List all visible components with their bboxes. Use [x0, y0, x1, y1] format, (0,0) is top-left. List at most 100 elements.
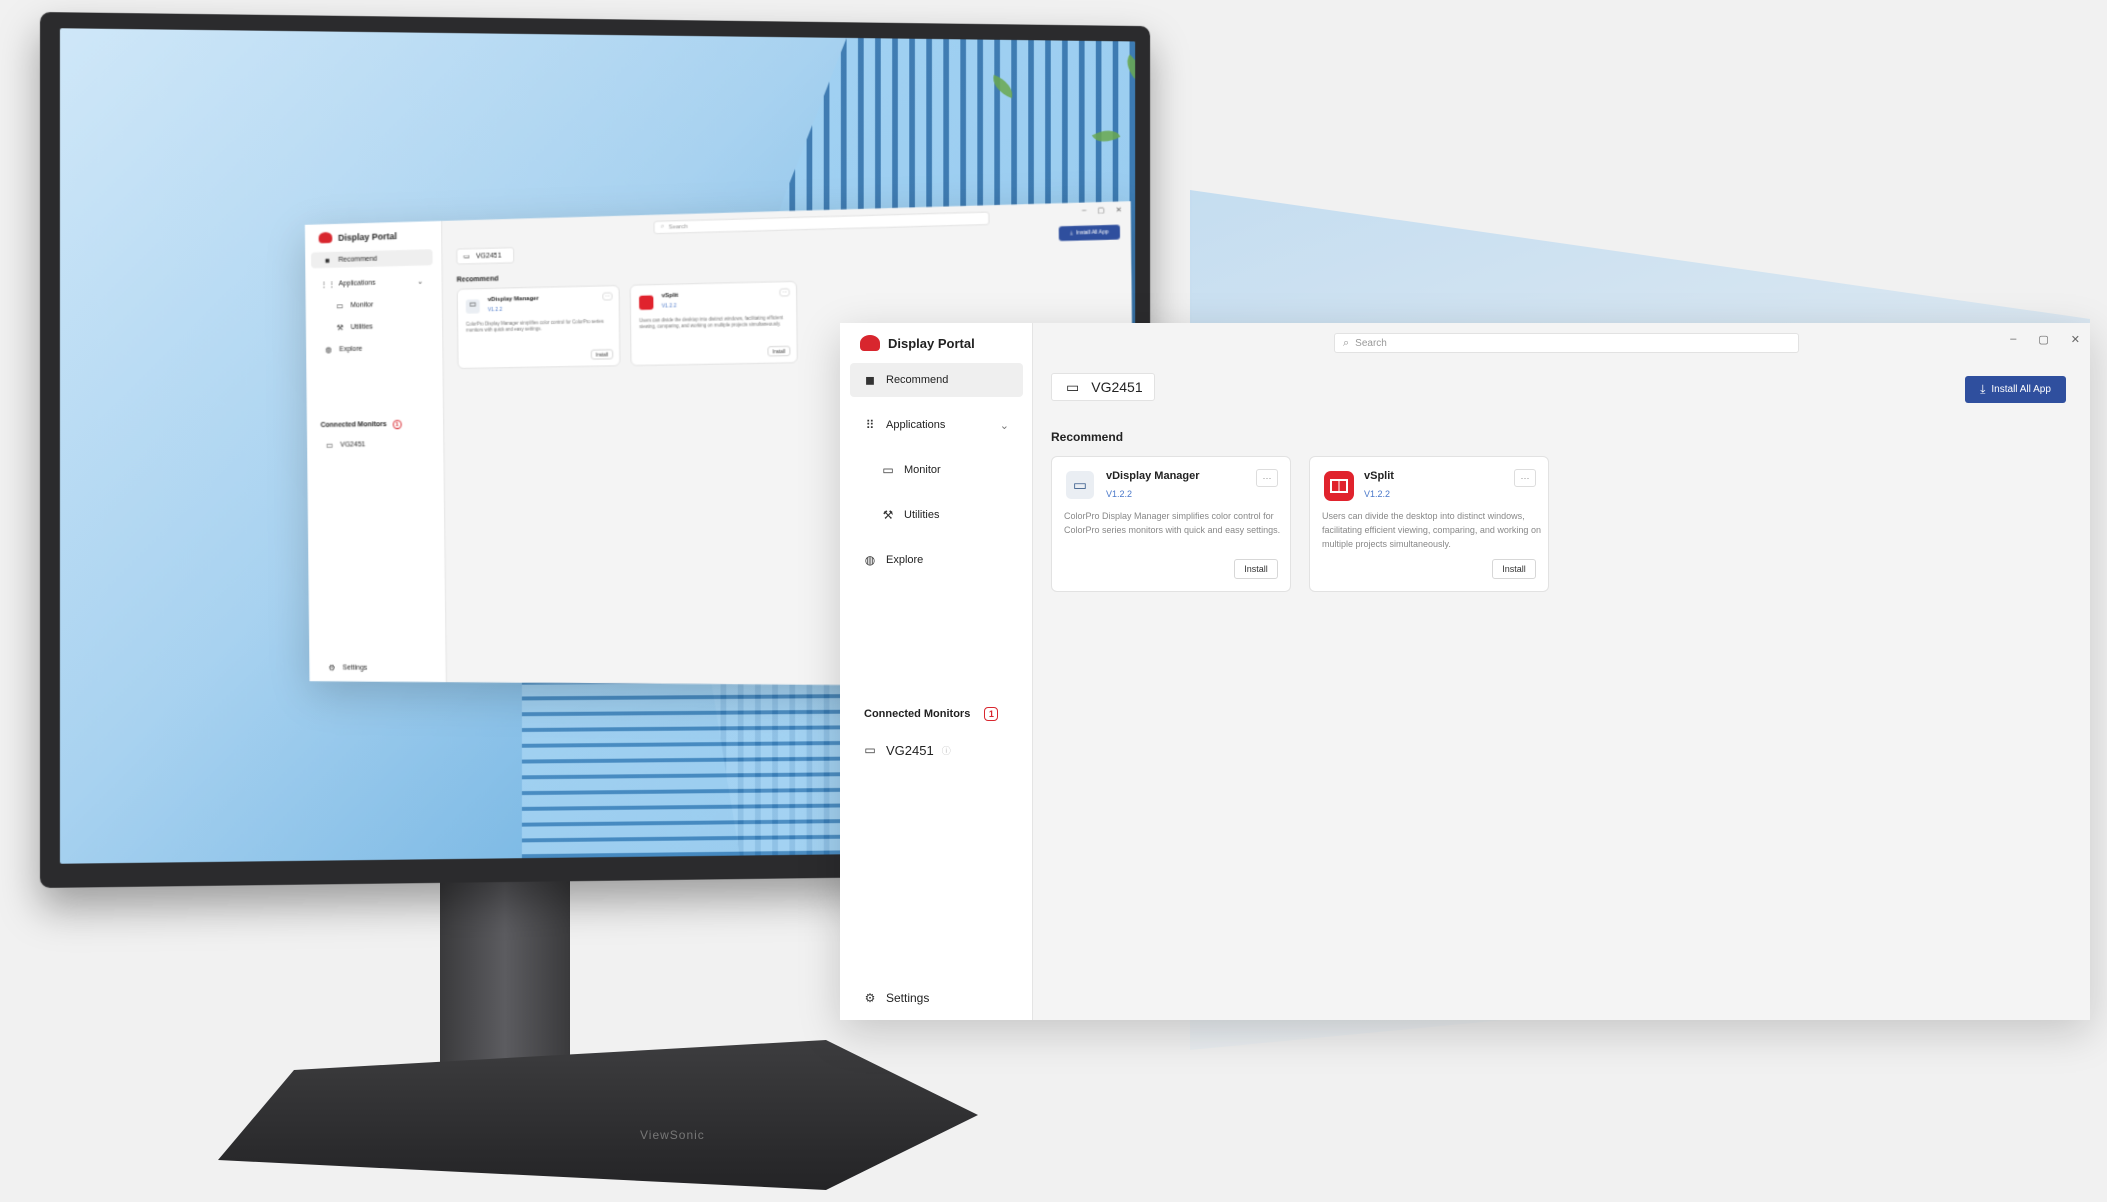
- card-title: vSplit: [661, 292, 679, 300]
- display-portal-window: Display Portal ◼ Recommend ⠿ Application…: [840, 323, 2090, 1020]
- install-button[interactable]: Install: [767, 345, 791, 357]
- app-title: Display Portal: [888, 335, 975, 351]
- nav-settings[interactable]: ⚙ Settings: [315, 659, 437, 676]
- nav-explore[interactable]: ◍ Explore: [850, 543, 1023, 577]
- nav-label: Utilities: [904, 509, 940, 521]
- card-version: V1.2.2: [487, 306, 503, 314]
- globe-icon: ◍: [325, 344, 332, 354]
- download-icon: ⤓: [1980, 382, 1986, 396]
- install-all-label: Install All App: [1075, 229, 1109, 237]
- card-title: vDisplay Manager: [487, 295, 539, 304]
- install-button[interactable]: Install: [1234, 559, 1278, 579]
- app-card[interactable]: ▭ vDisplay Manager V1.2.2 ColorPro Displ…: [456, 284, 621, 370]
- monitor-stand-base: [218, 1040, 978, 1190]
- monitor-icon: ▭: [465, 299, 480, 314]
- monitor-icon: ▭: [463, 253, 470, 261]
- monitor-icon: ▭: [882, 463, 894, 477]
- connected-monitors-count: 1: [984, 707, 999, 721]
- maximize-button[interactable]: ▢: [2038, 333, 2048, 346]
- close-button[interactable]: ✕: [1115, 206, 1122, 215]
- nav-monitor[interactable]: ▭ Monitor: [311, 295, 433, 314]
- nav-recommend[interactable]: ◼ Recommend: [850, 363, 1023, 397]
- nav-settings[interactable]: ⚙ Settings: [850, 981, 1023, 1015]
- card-title: vSplit: [1364, 470, 1394, 482]
- search-input[interactable]: ⌕ Search: [1334, 333, 1799, 353]
- install-button[interactable]: Install: [1492, 559, 1536, 579]
- connected-monitors-label: Connected Monitors 1: [864, 707, 999, 721]
- card-description: ColorPro Display Manager simplifies colo…: [465, 318, 604, 333]
- connected-monitors-label: Connected Monitors 1: [320, 419, 402, 430]
- minimize-button[interactable]: –: [1082, 207, 1086, 216]
- nav-label: Applications: [338, 279, 376, 288]
- search-icon: ⌕: [1343, 336, 1350, 349]
- install-all-button[interactable]: ⤓ Install All App: [1965, 376, 2066, 403]
- monitor-icon: ▭: [336, 300, 344, 310]
- nav-utilities[interactable]: ⚒ Utilities: [850, 498, 1023, 532]
- grid-icon: ⋮⋮: [320, 279, 336, 289]
- card-version: V1.2.2: [661, 303, 677, 310]
- search-input[interactable]: ⌕ Search: [653, 211, 990, 235]
- nav-utilities[interactable]: ⚒ Utilities: [312, 317, 434, 335]
- grid-icon: ⠿: [865, 418, 875, 432]
- info-icon: ⓘ: [941, 745, 951, 756]
- monitor-brand-text: ViewSonic: [640, 1128, 705, 1142]
- sidebar: Display Portal ◼ Recommend ⠿ Application…: [840, 323, 1033, 1020]
- close-button[interactable]: ✕: [2071, 333, 2080, 346]
- display-portal-logo-icon: [318, 231, 333, 244]
- maximize-button[interactable]: ▢: [1097, 206, 1104, 215]
- globe-icon: ◍: [864, 553, 876, 567]
- connected-monitors-text: Connected Monitors: [320, 421, 387, 429]
- search-placeholder: Search: [1355, 337, 1387, 349]
- card-description: ColorPro Display Manager simplifies colo…: [1064, 511, 1281, 535]
- minimize-button[interactable]: –: [2010, 333, 2016, 346]
- more-icon[interactable]: ···: [1514, 469, 1536, 487]
- nav-label: Recommend: [886, 374, 949, 386]
- monitor-selector[interactable]: ▭ VG2451: [456, 247, 515, 265]
- install-button[interactable]: Install: [590, 349, 614, 360]
- nav-label: Monitor: [904, 464, 941, 476]
- nav-label: Recommend: [338, 255, 378, 264]
- nav-monitor[interactable]: ▭ Monitor: [850, 453, 1023, 487]
- gear-icon: ⚙: [328, 662, 336, 672]
- monitor-selector-label: VG2451: [1091, 379, 1143, 395]
- gear-icon: ⚙: [864, 991, 876, 1005]
- section-title: Recommend: [456, 275, 499, 284]
- app-card[interactable]: vSplit V1.2.2 Users can divide the deskt…: [629, 280, 798, 367]
- card-description: Users can divide the desktop into distin…: [639, 315, 784, 330]
- monitor-selector-label: VG2451: [475, 251, 502, 260]
- connected-monitor-item[interactable]: ▭ VG2451: [313, 436, 435, 453]
- card-version: V1.2.2: [1364, 489, 1391, 499]
- chevron-down-icon: ⌄: [417, 278, 423, 286]
- wrench-icon: ⚒: [336, 322, 344, 332]
- more-icon[interactable]: ···: [1256, 469, 1278, 487]
- monitor-selector[interactable]: ▭ VG2451: [1051, 373, 1155, 401]
- connected-monitor-item[interactable]: ▭ VG2451 ⓘ: [850, 733, 1023, 767]
- chevron-down-icon: ⌄: [999, 419, 1009, 432]
- monitor-icon: ▭: [1066, 378, 1080, 395]
- install-all-label: Install All App: [1991, 384, 2051, 395]
- monitor-icon: ▭: [325, 440, 334, 450]
- main-panel: ⌕ Search – ▢ ✕ ▭ VG2451 ⤓ Install All Ap…: [1033, 323, 2090, 1020]
- nav-recommend[interactable]: ■ Recommend: [311, 249, 433, 269]
- app-card[interactable]: vSplit V1.2.2 Users can divide the deskt…: [1309, 456, 1549, 592]
- nav-applications[interactable]: ⠿ Applications ⌄: [850, 408, 1023, 442]
- nav-applications[interactable]: ⋮⋮ Applications ⌄: [311, 273, 433, 292]
- card-version: V1.2.2: [1106, 489, 1133, 499]
- app-card[interactable]: ▭ vDisplay Manager V1.2.2 ColorPro Displ…: [1051, 456, 1291, 592]
- sidebar: Display Portal ■ Recommend ⋮⋮ Applicatio…: [304, 220, 447, 683]
- display-portal-logo-icon: [860, 335, 880, 351]
- card-description: Users can divide the desktop into distin…: [1322, 511, 1541, 549]
- install-all-button[interactable]: ⤓ Install All App: [1058, 224, 1121, 242]
- more-icon[interactable]: ···: [602, 292, 613, 301]
- recommend-icon: ◼: [865, 373, 875, 387]
- monitor-icon: ▭: [1066, 471, 1094, 499]
- search-placeholder: Search: [668, 223, 688, 231]
- window-controls: – ▢ ✕: [2010, 333, 2080, 346]
- vsplit-app-icon: [639, 295, 654, 310]
- nav-explore[interactable]: ◍ Explore: [312, 339, 434, 357]
- monitor-icon: ▭: [864, 743, 876, 757]
- section-title: Recommend: [1051, 430, 1124, 444]
- nav-label: Settings: [342, 664, 368, 672]
- more-icon[interactable]: ···: [779, 288, 790, 297]
- vsplit-app-icon: [1324, 471, 1354, 501]
